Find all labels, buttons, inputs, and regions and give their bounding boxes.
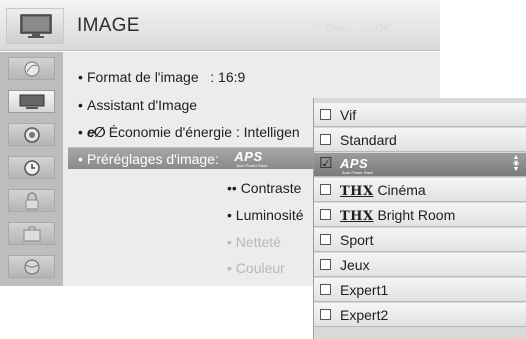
checkbox-icon	[320, 184, 331, 195]
preset-dropdown[interactable]: Vif Standard ☑ APS Auto Power Save ▲ ◉ ▼…	[313, 98, 526, 339]
menu-item-format[interactable]: • Format de l'image : 16:9	[78, 69, 245, 85]
menu-item-presets[interactable]: • Préréglages d'image: APS Auto Power Sav…	[68, 147, 323, 169]
menu-item-energy[interactable]: • e∅ Économie d'énergie : Intelligen	[78, 124, 300, 141]
option-label: Sport	[340, 232, 374, 248]
option-label: Bright Room	[377, 207, 456, 223]
tv-picture-icon[interactable]	[8, 90, 55, 113]
menu-item-assistant[interactable]: • Assistant d'Image	[78, 97, 197, 113]
option-label: Expert2	[340, 307, 389, 323]
aps-logo-sub: Auto Power Save	[342, 170, 373, 175]
presets-label: Préréglages d'image:	[87, 151, 219, 167]
menu-item-contrast[interactable]: •• Contraste	[227, 180, 301, 196]
preset-option-thx-cinema[interactable]: THX Cinéma	[314, 178, 526, 202]
format-value: : 16:9	[210, 69, 246, 85]
lock-icon[interactable]	[8, 189, 55, 212]
checkbox-icon	[320, 209, 331, 220]
option-label-wrap: THX Cinéma	[340, 182, 426, 199]
option-label: Standard	[340, 132, 397, 148]
preset-option-aps[interactable]: ☑ APS Auto Power Save ▲ ◉ ▼	[314, 153, 526, 177]
suitcase-icon[interactable]	[8, 222, 55, 245]
satellite-dish-icon[interactable]	[8, 57, 55, 80]
assistant-label: Assistant d'Image	[87, 97, 198, 113]
option-label: Jeux	[340, 257, 370, 273]
menu-item-color: • Couleur	[227, 260, 285, 276]
aps-logo-sub: Auto Power Save	[236, 163, 268, 168]
speaker-icon[interactable]	[8, 123, 55, 146]
menu-item-brightness[interactable]: • Luminosité	[227, 207, 304, 223]
aps-logo-word: APS	[340, 156, 369, 171]
checkbox-icon	[320, 109, 331, 120]
option-label: Expert1	[340, 282, 389, 298]
option-label: Vif	[340, 107, 357, 123]
clock-icon[interactable]	[8, 156, 55, 179]
page-title: IMAGE	[77, 15, 140, 36]
energy-value: Intelligen	[243, 124, 300, 140]
aps-logo-word: APS	[234, 149, 263, 164]
checkbox-icon	[320, 309, 331, 320]
scroll-down-icon: ▼	[512, 166, 520, 173]
preset-option-jeux[interactable]: Jeux	[314, 253, 526, 277]
nav-hint: ✥ Dép. ⊙ OK	[313, 21, 390, 35]
ok-circle-icon: ⊙	[362, 21, 373, 35]
checked-box-icon: ☑	[319, 155, 333, 172]
option-label: Cinéma	[377, 182, 426, 198]
preset-option-sport[interactable]: Sport	[314, 228, 526, 252]
thx-logo: THX	[340, 184, 374, 199]
category-sidebar	[0, 52, 63, 286]
checkbox-icon	[320, 234, 331, 245]
preset-option-expert2[interactable]: Expert2	[314, 303, 526, 327]
scroll-indicator: ▲ ◉ ▼	[512, 154, 520, 173]
option-label-wrap: THX Bright Room	[340, 207, 455, 224]
aps-logo: APS Auto Power Save	[340, 156, 380, 175]
thx-logo: THX	[340, 209, 374, 224]
dpad-arrows-icon: ✥	[313, 21, 324, 35]
hint-ok-label: OK	[375, 23, 390, 34]
energy-saving-icon: e∅	[87, 124, 106, 140]
checkbox-icon	[320, 284, 331, 295]
hint-move-label: Dép.	[325, 23, 347, 34]
energy-label: Économie d'énergie :	[108, 124, 240, 140]
option-label-wrap: APS Auto Power Save	[340, 156, 380, 175]
aps-logo: APS Auto Power Save	[234, 149, 274, 168]
globe-icon[interactable]	[8, 255, 55, 278]
preset-option-standard[interactable]: Standard	[314, 128, 526, 152]
checkbox-icon	[320, 259, 331, 270]
format-label: Format de l'image	[87, 69, 199, 85]
preset-option-expert1[interactable]: Expert1	[314, 278, 526, 302]
presets-row-text: • Préréglages d'image: APS Auto Power Sav…	[78, 149, 274, 168]
preset-option-thx-bright-room[interactable]: THX Bright Room	[314, 203, 526, 227]
tv-picture-icon	[6, 8, 64, 44]
checkbox-icon	[320, 134, 331, 145]
menu-item-sharpness: • Netteté	[227, 234, 281, 250]
preset-option-vif[interactable]: Vif	[314, 103, 526, 127]
menu-header: IMAGE ✥ Dép. ⊙ OK	[0, 0, 440, 51]
